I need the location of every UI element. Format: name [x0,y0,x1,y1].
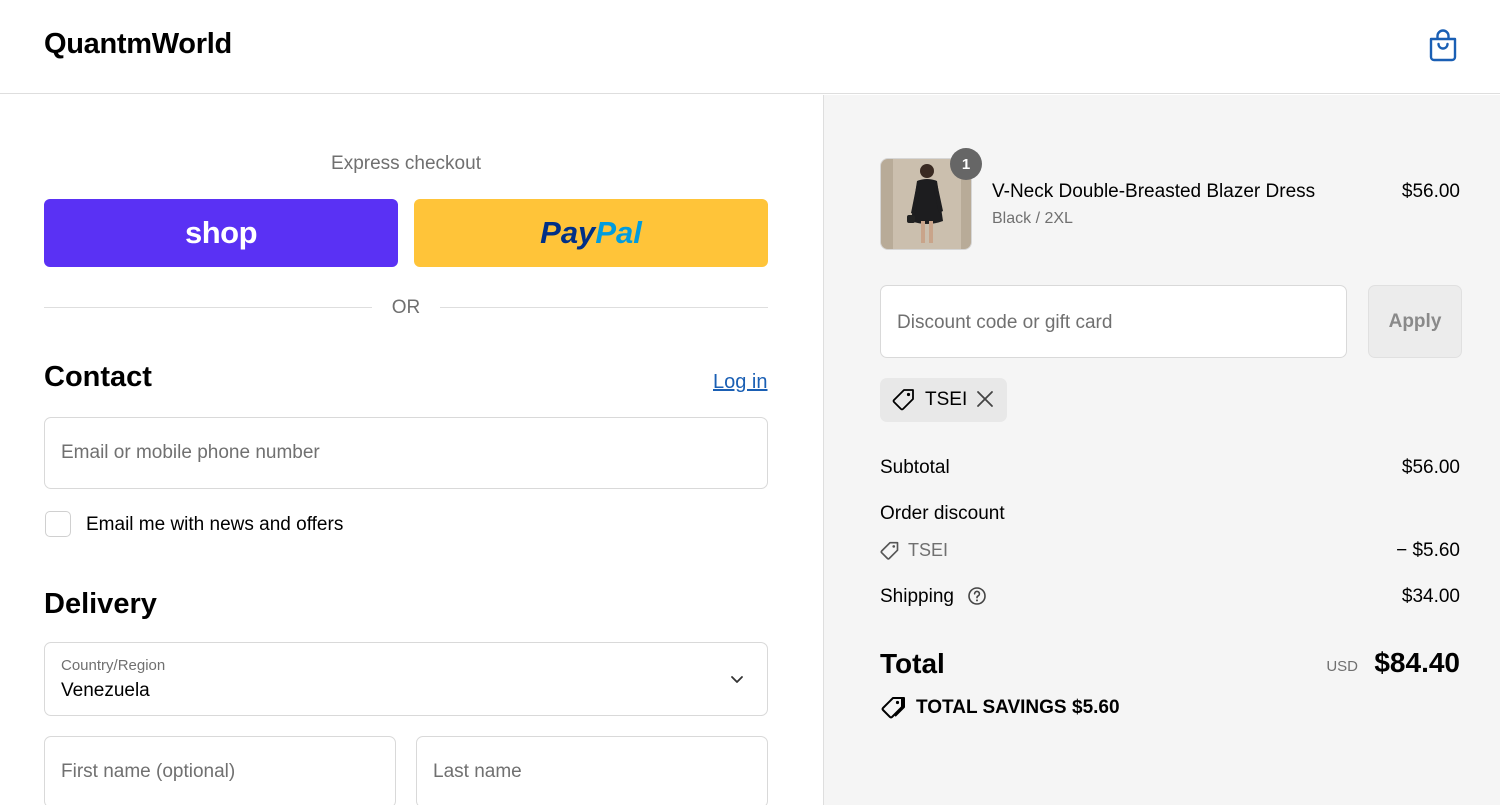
newsletter-checkbox[interactable] [45,511,71,537]
tag-icon [892,389,914,411]
order-summary: 1 V-Neck Double-Breasted Blazer Dress Bl… [823,95,1500,805]
paypal-logo-pay: Pay [540,215,596,250]
shipping-label: Shipping [880,586,954,607]
product-price: $56.00 [1401,181,1460,202]
applied-discount-chip: TSEI [880,378,1007,422]
total-currency: USD [1326,658,1358,675]
country-label: Country/Region [61,657,166,674]
discount-code-input[interactable]: Discount code or gift card [880,285,1347,358]
or-divider: OR [44,295,768,321]
order-discount-label: Order discount [880,503,1005,524]
shipping-value: $34.00 [1401,586,1460,607]
apply-discount-button[interactable]: Apply [1368,285,1462,358]
total-label: Total [880,648,945,679]
country-value: Venezuela [61,680,150,701]
discount-placeholder: Discount code or gift card [897,312,1113,333]
express-checkout-label: Express checkout [331,153,481,174]
email-field[interactable]: Email or mobile phone number [44,417,768,489]
quantity-badge: 1 [950,148,982,180]
total-savings-label: TOTAL SAVINGS [916,697,1067,718]
last-name-field[interactable]: Last name [416,736,768,805]
applied-code: TSEI [925,389,968,410]
total-savings-value: $5.60 [1072,697,1120,718]
discount-code-label: TSEI [908,540,949,560]
remove-discount-icon[interactable] [975,389,995,409]
or-label: OR [391,297,421,318]
last-name-placeholder: Last name [433,761,522,782]
email-placeholder: Email or mobile phone number [61,442,320,463]
checkout-form: Express checkout shop Pay Pal OR Contact … [0,95,823,805]
paypal-button[interactable]: Pay Pal [414,199,768,267]
total-value: $84.40 [1374,647,1460,678]
newsletter-label[interactable]: Email me with news and offers [86,514,343,536]
header: QuantmWorld [0,0,1500,94]
help-circle-icon[interactable] [967,586,987,606]
login-link[interactable]: Log in [713,371,768,394]
product-variant: Black / 2XL [992,210,1073,227]
brand-logo[interactable]: QuantmWorld [44,28,232,61]
country-select[interactable]: Country/Region Venezuela [44,642,768,716]
chevron-down-icon [731,676,743,683]
savings-tag-icon [881,697,905,719]
paypal-logo-pal: Pal [595,215,642,250]
first-name-placeholder: First name (optional) [61,761,236,782]
product-name: V-Neck Double-Breasted Blazer Dress [992,181,1316,202]
subtotal-value: $56.00 [1401,457,1460,478]
first-name-field[interactable]: First name (optional) [44,736,396,805]
subtotal-label: Subtotal [880,457,950,478]
delivery-heading: Delivery [44,588,157,620]
shop-pay-button[interactable]: shop [44,199,398,267]
contact-heading: Contact [44,361,152,393]
tag-icon [880,541,899,560]
shopping-bag-icon[interactable] [1428,28,1458,62]
discount-value: − $5.60 [1396,540,1460,561]
